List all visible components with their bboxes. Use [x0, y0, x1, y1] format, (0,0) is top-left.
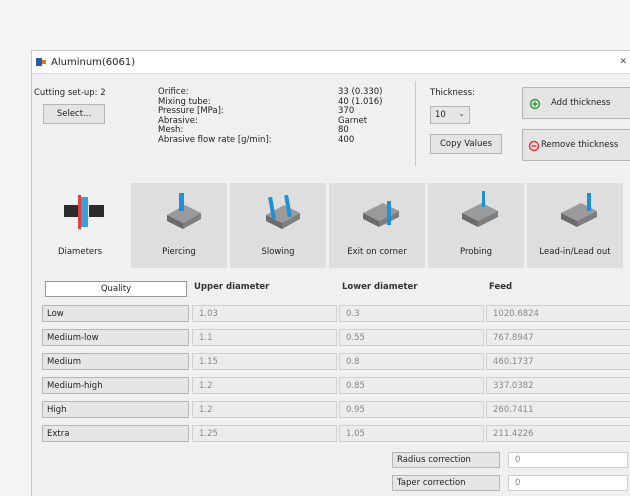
app-icon [36, 58, 46, 66]
lower-diameter-cell[interactable]: 1.05 [339, 425, 484, 442]
divider [415, 81, 416, 166]
taper-correction-button[interactable]: Taper correction [392, 475, 500, 491]
operations-tabs: Diameters Piercing Slowing Exit on corne… [32, 183, 626, 268]
piercing-icon [167, 193, 201, 229]
add-thickness-button[interactable]: Add thickness [522, 87, 630, 119]
lower-diameter-cell[interactable]: 0.95 [339, 401, 484, 418]
tab-slowing[interactable]: Slowing [230, 183, 329, 268]
upper-diameter-cell[interactable]: 1.2 [192, 377, 337, 394]
quality-medium-low-button[interactable]: Medium-low [42, 329, 189, 346]
tab-lead-in-lead-out-label: Lead-in/Lead out [539, 247, 611, 257]
quality-medium-high-button[interactable]: Medium-high [42, 377, 189, 394]
radius-correction-button[interactable]: Radius correction [392, 452, 500, 468]
feed-cell[interactable]: 460.1737 [486, 353, 630, 370]
feed-cell[interactable]: 337.0382 [486, 377, 630, 394]
upper-diameter-cell[interactable]: 1.2 [192, 401, 337, 418]
feed-cell[interactable]: 260.7411 [486, 401, 630, 418]
feed-cell[interactable]: 767.8947 [486, 329, 630, 346]
diameters-icon [64, 195, 104, 229]
feed-cell[interactable]: 1020.6824 [486, 305, 630, 322]
upper-diameter-header: Upper diameter [194, 282, 270, 292]
window-title: Aluminum(6061) [51, 56, 136, 68]
material-window: Aluminum(6061) ✕ Cutting set-up: 2 Selec… [31, 50, 630, 496]
thickness-value: 10 [435, 110, 446, 120]
remove-icon [528, 140, 540, 152]
lower-diameter-cell[interactable]: 0.3 [339, 305, 484, 322]
quality-medium-button[interactable]: Medium [42, 353, 189, 370]
tab-probing-label: Probing [459, 247, 493, 257]
tab-exit-on-corner[interactable]: Exit on corner [329, 183, 428, 268]
exit-corner-icon [363, 201, 399, 227]
tab-exit-on-corner-label: Exit on corner [347, 247, 407, 257]
upper-diameter-cell[interactable]: 1.25 [192, 425, 337, 442]
feed-header: Feed [489, 282, 513, 292]
upper-diameter-cell[interactable]: 1.03 [192, 305, 337, 322]
lead-in-icon [561, 193, 597, 227]
cutting-setup-label: Cutting set-up: 2 [34, 88, 106, 98]
feed-cell[interactable]: 211.4226 [486, 425, 630, 442]
lower-diameter-cell[interactable]: 0.8 [339, 353, 484, 370]
slowing-icon [266, 194, 300, 229]
thickness-label: Thickness: [430, 88, 475, 98]
title-bar: Aluminum(6061) ✕ [32, 51, 630, 74]
lower-diameter-header: Lower diameter [342, 282, 418, 292]
chevron-down-icon: ⌄ [458, 109, 465, 118]
cutting-params-values: 33 (0.330) 40 (1.016) 370 Garnet 80 400 [338, 87, 382, 146]
param-flow-rate-value: 400 [338, 134, 355, 145]
copy-values-button[interactable]: Copy Values [430, 134, 502, 154]
tab-slowing-label: Slowing [261, 247, 295, 257]
lower-diameter-cell[interactable]: 0.85 [339, 377, 484, 394]
quality-extra-button[interactable]: Extra [42, 425, 189, 442]
close-icon[interactable]: ✕ [619, 57, 627, 67]
quality-high-button[interactable]: High [42, 401, 189, 418]
add-icon [529, 98, 541, 110]
remove-thickness-button[interactable]: Remove thickness [522, 129, 630, 161]
taper-correction-value[interactable]: 0 [508, 475, 628, 491]
upper-diameter-cell[interactable]: 1.1 [192, 329, 337, 346]
tab-probing[interactable]: Probing [428, 183, 527, 268]
tab-diameters-label: Diameters [57, 247, 103, 257]
tab-lead-in-lead-out[interactable]: Lead-in/Lead out [527, 183, 626, 268]
param-flow-rate-label: Abrasive flow rate [g/min]: [158, 134, 272, 145]
thickness-select[interactable]: 10 ⌄ [430, 106, 470, 124]
probing-icon [462, 191, 498, 227]
select-button[interactable]: Select... [43, 104, 105, 124]
tab-piercing[interactable]: Piercing [131, 183, 230, 268]
quality-low-button[interactable]: Low [42, 305, 189, 322]
tab-diameters[interactable]: Diameters [32, 183, 131, 268]
cutting-params-labels: Orifice: Mixing tube: Pressure [MPa]: Ab… [158, 87, 272, 146]
remove-thickness-label: Remove thickness [541, 140, 619, 150]
radius-correction-value[interactable]: 0 [508, 452, 628, 468]
quality-header[interactable]: Quality [45, 281, 187, 297]
upper-diameter-cell[interactable]: 1.15 [192, 353, 337, 370]
lower-diameter-cell[interactable]: 0.55 [339, 329, 484, 346]
tab-piercing-label: Piercing [162, 247, 196, 257]
add-thickness-label: Add thickness [551, 98, 611, 108]
